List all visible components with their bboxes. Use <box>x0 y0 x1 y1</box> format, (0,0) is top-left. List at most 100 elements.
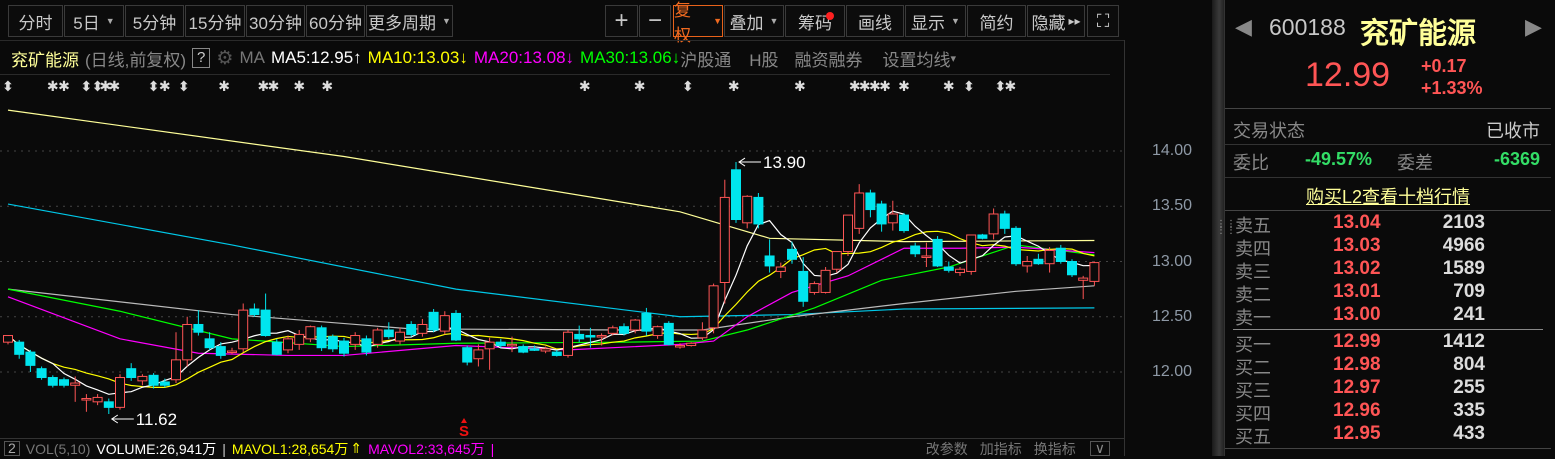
level-price: 12.95 <box>1333 423 1381 444</box>
bid-row[interactable]: 买三 12.97 255 <box>1225 377 1551 401</box>
candle-body <box>3 335 13 343</box>
candle-body <box>563 331 573 356</box>
ask-row[interactable]: 卖五 13.04 2103 <box>1225 212 1551 236</box>
candle-body <box>350 335 361 345</box>
level-price: 13.04 <box>1333 212 1381 233</box>
level-label: 买五 <box>1235 427 1271 447</box>
level-volume: 433 <box>1453 423 1485 444</box>
candle-body <box>182 323 193 361</box>
candle-body <box>395 331 405 342</box>
price-change-percent: +1.33% <box>1421 78 1483 98</box>
candle-body <box>1022 261 1033 267</box>
candle-body <box>876 203 887 225</box>
low-price-label: 11.62 <box>136 410 177 429</box>
candle-body <box>999 213 1010 229</box>
candle-body <box>988 213 999 235</box>
level-price: 13.02 <box>1333 258 1381 279</box>
trade-status-label: 交易状态 <box>1233 121 1305 141</box>
candle-body <box>507 343 517 347</box>
ask-row[interactable]: 卖一 13.00 241 <box>1225 304 1551 328</box>
divider <box>1225 177 1551 178</box>
kline-chart[interactable]: 13.9011.62S <box>0 0 1124 440</box>
candle-body <box>596 335 607 338</box>
bid-row[interactable]: 买五 12.95 433 <box>1225 423 1551 447</box>
ma-long1-line <box>7 109 1095 243</box>
candle-body <box>787 248 797 260</box>
trade-status: 已收市 <box>1486 121 1540 141</box>
level-volume: 4966 <box>1442 235 1485 256</box>
level-price: 13.01 <box>1333 281 1381 302</box>
candle-body <box>327 336 338 350</box>
candle-body <box>81 398 92 401</box>
candle-body <box>238 309 249 350</box>
next-stock-icon[interactable]: ▶ <box>1525 14 1542 40</box>
candle-body <box>865 192 876 211</box>
candle-body <box>955 268 965 274</box>
buy-l2-link[interactable]: 购买L2查看十档行情 <box>1225 183 1551 209</box>
candle-body <box>473 349 484 360</box>
expand-chevron-icon[interactable]: ∨ <box>1089 441 1110 456</box>
candle-body <box>47 377 58 386</box>
candle-body <box>551 351 562 356</box>
candle-body <box>1089 262 1100 282</box>
candle-body <box>910 245 921 255</box>
bid-row[interactable]: 买四 12.96 335 <box>1225 400 1551 424</box>
ask-row[interactable]: 卖二 13.01 709 <box>1225 281 1551 305</box>
candle-body <box>148 374 159 386</box>
candle-body <box>316 327 327 349</box>
candle-body <box>899 214 909 232</box>
candle-body <box>1011 227 1021 265</box>
candle-body <box>115 377 125 408</box>
ask-row[interactable]: 卖三 13.02 1589 <box>1225 258 1551 282</box>
prev-stock-icon[interactable]: ◀ <box>1235 14 1252 40</box>
candle-body <box>92 396 103 403</box>
candle-body <box>641 312 652 332</box>
bid-row[interactable]: 买二 12.98 804 <box>1225 354 1551 378</box>
candle-body <box>1078 277 1089 281</box>
level-volume: 804 <box>1453 354 1485 375</box>
price-change: +0.17 <box>1421 56 1467 76</box>
candle-body <box>25 351 36 366</box>
candle-body <box>831 251 842 270</box>
divider <box>1225 144 1551 145</box>
candle-body <box>406 323 417 335</box>
y-tick-label: 13.50 <box>1152 197 1193 215</box>
candle-body <box>361 338 372 353</box>
last-price: 12.99 <box>1305 56 1391 94</box>
candle-body <box>663 322 674 345</box>
candle-body <box>59 379 69 386</box>
candle-body <box>742 195 753 224</box>
candle-body <box>339 340 349 354</box>
wb-label: 委比 <box>1233 153 1269 173</box>
candle-body <box>1067 261 1077 276</box>
candle-body <box>887 213 898 224</box>
level-volume: 241 <box>1453 304 1485 325</box>
candle-body <box>294 333 305 345</box>
y-tick-label: 12.00 <box>1152 363 1193 380</box>
ma30-line <box>7 244 1095 348</box>
candle-body <box>731 169 741 221</box>
candle-body <box>518 346 529 353</box>
candle-body <box>428 311 439 331</box>
bid-row[interactable]: 买一 12.99 1412 <box>1225 331 1551 355</box>
stock-code: 600188 <box>1269 14 1346 40</box>
level-volume: 709 <box>1453 281 1485 302</box>
vol-label: VOL(5,10) <box>25 440 91 457</box>
candle-body <box>439 315 450 332</box>
divider <box>1225 210 1551 211</box>
candle-body <box>283 338 293 351</box>
candle-body <box>137 375 148 382</box>
panel-number-box[interactable]: 2 <box>4 441 20 456</box>
candle-body <box>585 335 596 338</box>
divider <box>1225 448 1551 449</box>
ask-row[interactable]: 卖四 13.03 4966 <box>1225 235 1551 259</box>
candle-body <box>775 266 786 272</box>
candle-body <box>126 368 137 379</box>
divider <box>1225 108 1551 109</box>
candle-body <box>630 319 641 331</box>
candle-body <box>204 338 215 349</box>
candle-body <box>943 266 954 271</box>
candle-body <box>215 346 226 356</box>
candle-body <box>529 348 540 351</box>
candle-body <box>451 312 461 341</box>
